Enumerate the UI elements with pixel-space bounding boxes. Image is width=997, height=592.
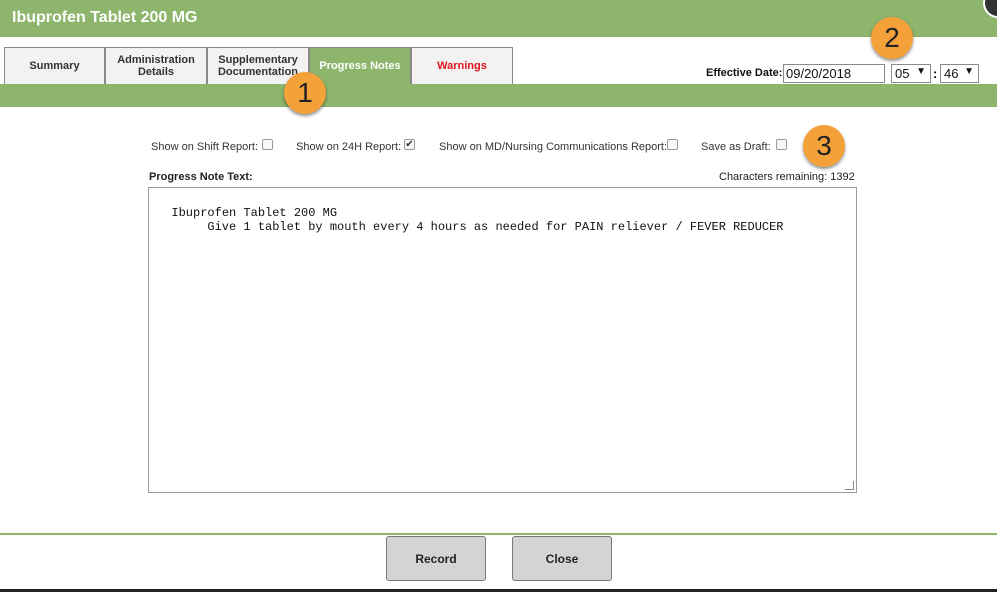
minute-value: 46 — [944, 66, 959, 81]
progress-note-textarea[interactable]: Ibuprofen Tablet 200 MG Give 1 tablet by… — [148, 187, 857, 493]
md-nursing-report-label: Show on MD/Nursing Communications Report… — [439, 141, 668, 153]
save-as-draft-checkbox[interactable] — [776, 139, 787, 150]
hour-value: 05 — [895, 66, 910, 81]
shift-report-checkbox[interactable] — [262, 139, 273, 150]
progress-note-label: Progress Note Text: — [149, 171, 253, 183]
window-title: Ibuprofen Tablet 200 MG — [12, 9, 198, 26]
chevron-down-icon: ▼ — [964, 66, 974, 77]
callout-badge-2: 2 — [871, 17, 913, 59]
effective-date-label: Effective Date: — [706, 67, 783, 79]
md-nursing-report-checkbox[interactable] — [667, 139, 678, 150]
footer-divider — [0, 533, 997, 535]
title-bar: Ibuprofen Tablet 200 MG — [0, 0, 997, 37]
minute-select[interactable]: 46 ▼ — [940, 64, 979, 83]
close-button[interactable]: Close — [512, 536, 612, 581]
save-as-draft-label: Save as Draft: — [701, 141, 771, 153]
hour-select[interactable]: 05 ▼ — [891, 64, 931, 83]
resize-handle-icon[interactable] — [845, 481, 854, 490]
effective-date-input[interactable] — [783, 64, 885, 83]
tab-administration-details[interactable]: Administration Details — [105, 47, 207, 84]
characters-remaining: Characters remaining: 1392 — [719, 171, 855, 183]
callout-badge-1: 1 — [284, 72, 326, 114]
24h-report-checkbox[interactable]: ✔ — [404, 139, 415, 150]
callout-badge-3: 3 — [803, 125, 845, 167]
24h-report-label: Show on 24H Report: — [296, 141, 402, 153]
tab-progress-notes[interactable]: Progress Notes — [309, 47, 411, 84]
tab-underline-bar — [0, 84, 997, 107]
shift-report-label: Show on Shift Report: — [151, 141, 259, 153]
record-button[interactable]: Record — [386, 536, 486, 581]
progress-note-text: Ibuprofen Tablet 200 MG Give 1 tablet by… — [171, 206, 784, 234]
chevron-down-icon: ▼ — [916, 66, 926, 77]
tab-warnings[interactable]: Warnings — [411, 47, 513, 84]
time-separator: : — [933, 66, 938, 81]
tab-summary[interactable]: Summary — [4, 47, 105, 84]
